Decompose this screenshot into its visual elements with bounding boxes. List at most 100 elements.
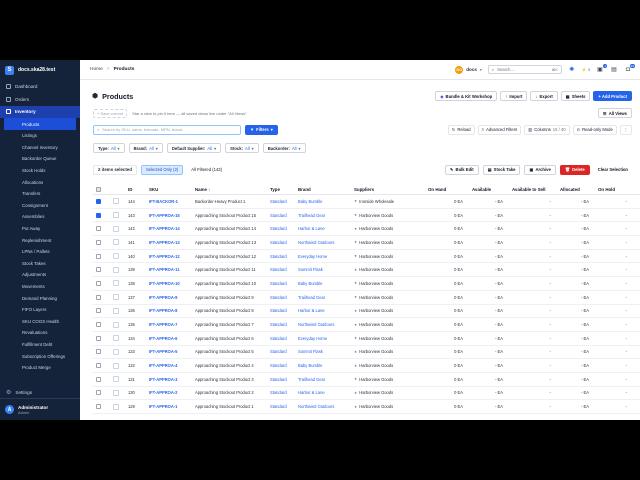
sidebar-subitem-assemblies[interactable]: Assemblies (0, 211, 80, 223)
cell-sku[interactable]: IFT-APPROA-1 (149, 404, 195, 409)
sidebar-subitem-channel-inventory[interactable]: Channel Inventory (0, 142, 80, 154)
import-button[interactable]: ↑ Import (500, 91, 528, 101)
delete-button[interactable]: 🗑 Delete (559, 164, 590, 175)
columns-button[interactable]: ▥ Columns 15 / 40 (524, 124, 570, 135)
product-thumbnail[interactable] (104, 362, 128, 369)
checkbox[interactable] (96, 322, 101, 328)
cell-brand[interactable]: Trailhead Gear (298, 377, 354, 382)
sidebar-subitem-consignment[interactable]: Consignment (0, 200, 80, 212)
table-row[interactable]: 140 IFT-APPROA-12 Approaching Stockout Pro… (93, 250, 640, 264)
cell-sku[interactable]: IFT-APPROA-15 (149, 213, 195, 218)
filter-chip-brand[interactable]: Brand: All ▾ (128, 143, 163, 153)
column-header-id[interactable]: ID (128, 187, 149, 192)
sidebar-subitem-subscription-offerings[interactable]: Subscription Offerings (0, 350, 80, 362)
sidebar-subitem-lpns-pallets[interactable]: LPNs / Pallets (0, 246, 80, 258)
column-header-suppliers[interactable]: Suppliers (354, 187, 422, 192)
sidebar-subitem-transfers[interactable]: Transfers (0, 188, 80, 200)
product-thumbnail[interactable] (104, 225, 128, 232)
calendar-icon[interactable]: ▤ (610, 66, 618, 74)
table-row[interactable]: 144 IFT-BACKOR-1 Backorder-Heavy Product 1… (93, 195, 640, 209)
cell-brand[interactable]: Summit Flask (298, 349, 354, 354)
product-thumbnail[interactable] (104, 239, 128, 246)
checkbox[interactable] (96, 212, 101, 218)
product-thumbnail[interactable] (104, 321, 128, 328)
cell-sku[interactable]: IFT-APPROA-4 (149, 363, 195, 368)
sidebar-subitem-demand-planning[interactable]: Demand Planning (0, 292, 80, 304)
sidebar-subitem-sku-cogs-health[interactable]: SKU COGS Health (0, 315, 80, 327)
sidebar-subitem-put-away[interactable]: Put Away (0, 223, 80, 235)
checkbox[interactable] (96, 349, 101, 355)
sidebar-subitem-replenishment[interactable]: Replenishment (0, 234, 80, 246)
table-row[interactable]: 142 IFT-APPROA-14 Approaching Stockout Pro… (93, 222, 640, 237)
cell-sku[interactable]: IFT-APPROA-9 (149, 295, 195, 300)
sidebar-subitem-stock-holds[interactable]: Stock Holds (0, 165, 80, 177)
table-row[interactable]: 138 IFT-APPROA-10 Approaching Stockout Pro… (93, 277, 640, 291)
table-row[interactable]: 129 IFT-APPROA-1 Approaching Stockout Prod… (93, 400, 640, 414)
cell-sku[interactable]: IFT-APPROA-13 (149, 240, 195, 245)
cell-brand[interactable]: Northwind Outdoors (298, 240, 354, 245)
cell-brand[interactable]: Trailhead Gear (298, 213, 354, 218)
sidebar-subitem-fulfillment-debt[interactable]: Fulfillment Debt (0, 339, 80, 351)
checkbox[interactable] (96, 376, 101, 382)
cell-sku[interactable]: IFT-APPROA-14 (149, 226, 195, 231)
filters-button[interactable]: ▼ Filters ▾ (245, 124, 278, 135)
checkbox[interactable] (96, 280, 101, 286)
cell-brand[interactable]: Northwind Outdoors (298, 322, 354, 327)
sidebar-brand[interactable]: S docs.ska28.test (0, 60, 80, 80)
cell-sku[interactable]: IFT-APPROA-2 (149, 390, 195, 395)
product-thumbnail[interactable] (104, 376, 128, 383)
filter-chip-type[interactable]: Type: All ▾ (93, 143, 125, 153)
checkbox[interactable] (96, 253, 101, 259)
product-thumbnail[interactable] (104, 348, 128, 355)
cell-sku[interactable]: IFT-APPROA-8 (149, 308, 195, 313)
filter-chip-stock[interactable]: Stock: All ▾ (225, 143, 259, 153)
checkbox[interactable] (96, 335, 101, 341)
bell-icon[interactable]: ◘ 19 (624, 63, 635, 74)
stock-take-button[interactable]: ▤ Stock Take (482, 164, 521, 175)
checkbox[interactable] (96, 390, 101, 396)
column-header-allocated[interactable]: Allocated (554, 187, 592, 192)
product-thumbnail[interactable] (104, 389, 128, 396)
table-row[interactable]: 134 IFT-APPROA-6 Approaching Stockout Prod… (93, 332, 640, 346)
sparkle-icon[interactable]: ✺ (568, 66, 576, 74)
sidebar-subitem-listings[interactable]: Listings (0, 130, 80, 142)
sidebar-subitem-product-merge[interactable]: Product Merge (0, 362, 80, 374)
sidebar-item-inventory[interactable]: Inventory (0, 105, 80, 119)
sidebar-item-orders[interactable]: Orders (0, 93, 80, 106)
cell-brand[interactable]: Northwind Outdoors (298, 404, 354, 409)
cart-icon[interactable]: ▣ 1 (596, 63, 607, 74)
plugins-button[interactable]: ⚡ 3 (582, 67, 590, 72)
cell-brand[interactable]: Baby Bumble (298, 363, 354, 368)
bundle-kit-button[interactable]: ◆ Bundle & Kit Workshop (435, 91, 498, 101)
product-thumbnail[interactable] (104, 403, 128, 410)
add-product-button[interactable]: + Add Product (593, 91, 632, 101)
select-all-checkbox[interactable] (93, 186, 104, 192)
bulk-edit-button[interactable]: ✎ Bulk Edit (445, 164, 479, 175)
column-header-available-to-sell[interactable]: Available to Sell (506, 187, 554, 192)
archive-button[interactable]: ▣ Archive (524, 164, 556, 175)
product-thumbnail[interactable] (104, 253, 128, 260)
sidebar-subitem-revaluations[interactable]: Revaluations (0, 327, 80, 339)
column-header-on-hold[interactable]: On Hold (592, 187, 630, 192)
table-row[interactable]: 132 IFT-APPROA-4 Approaching Stockout Prod… (93, 359, 640, 373)
reload-button[interactable]: ↻ Reload (447, 124, 475, 135)
cell-brand[interactable]: Trailhead Gear (298, 295, 354, 300)
cell-brand[interactable]: Harbor & Lane (298, 390, 354, 395)
table-row[interactable]: 135 IFT-APPROA-7 Approaching Stockout Prod… (93, 318, 640, 332)
checkbox[interactable] (96, 308, 101, 314)
table-row[interactable]: 137 IFT-APPROA-9 Approaching Stockout Prod… (93, 291, 640, 305)
column-header-type[interactable]: Type (270, 187, 298, 192)
column-header-sku[interactable]: SKU (149, 187, 195, 192)
read-only-toggle[interactable]: ⊙ Read-only Mode (572, 124, 617, 135)
sidebar-subitem-stock-takes[interactable]: Stock Takes (0, 258, 80, 270)
checkbox[interactable] (96, 186, 101, 192)
sidebar-subitem-adjustments[interactable]: Adjustments (0, 269, 80, 281)
product-thumbnail[interactable] (104, 212, 128, 219)
filter-chip-default-supplier[interactable]: Default Supplier: All ▾ (166, 143, 222, 153)
cell-brand[interactable]: Summit Flask (298, 267, 354, 272)
table-row[interactable]: 131 IFT-APPROA-3 Approaching Stockout Prod… (93, 373, 640, 387)
product-thumbnail[interactable] (104, 280, 128, 287)
cell-brand[interactable]: Everyday Home (298, 254, 354, 259)
cell-sku[interactable]: IFT-APPROA-7 (149, 322, 195, 327)
cell-sku[interactable]: IFT-APPROA-12 (149, 254, 195, 259)
